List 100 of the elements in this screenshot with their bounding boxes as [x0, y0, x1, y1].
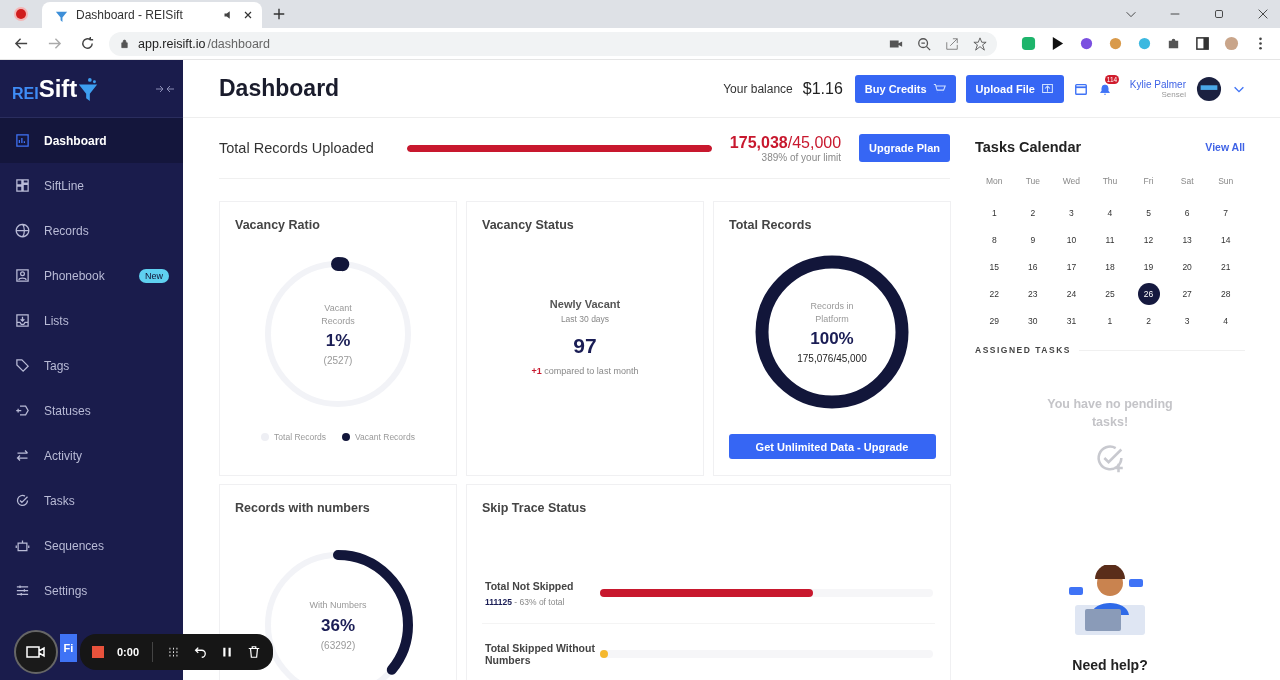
calendar-day[interactable]: 3 [1060, 202, 1083, 224]
calendar-day[interactable]: 30 [1021, 310, 1044, 332]
close-icon[interactable] [242, 9, 254, 21]
trash-icon[interactable] [247, 645, 262, 659]
globe-icon [15, 223, 30, 238]
close-icon[interactable] [1256, 7, 1270, 21]
sidebar-item[interactable]: SiftLine [0, 163, 183, 208]
calendar-day[interactable]: 27 [1176, 283, 1199, 305]
usage-count: 175,038/45,000 [729, 133, 842, 152]
calendar-day[interactable]: 11 [1099, 229, 1121, 251]
calendar-day[interactable]: 31 [1060, 310, 1083, 332]
legend-label: Vacant Records [355, 432, 415, 442]
calendar-day[interactable]: 4 [1214, 310, 1237, 332]
stat-note: 111125 - 63% of total [485, 596, 566, 607]
browser-tab[interactable]: Dashboard - REISift [42, 2, 262, 28]
logo: REISift [12, 74, 100, 103]
calendar-day[interactable]: 2 [1137, 310, 1160, 332]
sidebar-item[interactable]: Records [0, 208, 183, 253]
upload-file-button[interactable]: Upload File [965, 74, 1064, 103]
sidebar-button[interactable]: Fi [60, 634, 77, 662]
extension-icon[interactable] [1021, 36, 1036, 51]
collapse-icon[interactable] [155, 83, 175, 94]
recording-time: 0:00 [117, 646, 140, 658]
calendar-day[interactable]: 13 [1176, 229, 1199, 251]
avatar[interactable] [1196, 75, 1222, 102]
calendar-day[interactable]: 28 [1214, 283, 1237, 305]
new-badge: New [139, 268, 169, 283]
calendar-day[interactable]: 16 [1021, 256, 1044, 278]
buy-credits-button[interactable]: Buy Credits [854, 74, 956, 103]
zoom-out-icon[interactable] [917, 36, 931, 51]
calendar-day[interactable]: 14 [1214, 229, 1237, 251]
calendar-day[interactable]: 5 [1137, 202, 1160, 224]
calendar-day[interactable]: 7 [1214, 202, 1237, 224]
stat-comparison: +1 compared to last month [531, 366, 639, 376]
sidebar-item[interactable]: Settings [0, 568, 183, 613]
sidebar-item[interactable]: Lists [0, 298, 183, 343]
calendar-day[interactable]: 3 [1176, 310, 1199, 332]
sidebar-item[interactable]: Tags [0, 343, 183, 388]
sidebar-item[interactable]: Dashboard [0, 118, 183, 163]
view-all-link[interactable]: View All [1205, 141, 1245, 153]
arrows-icon [15, 448, 30, 463]
sidebar-item[interactable]: Sequences [0, 523, 183, 568]
calendar-day[interactable]: 10 [1060, 229, 1083, 251]
robot-icon [15, 538, 30, 553]
calendar-day[interactable]: 4 [1099, 202, 1121, 224]
weekday-label: Wed [1061, 176, 1082, 188]
weekday-label: Thu [1101, 176, 1119, 188]
donut-label: Records in Platform [809, 299, 855, 326]
calendar-day[interactable]: 8 [983, 229, 1006, 251]
calendar-day[interactable]: 12 [1137, 229, 1160, 251]
stat-value: 97 [573, 334, 597, 358]
sliders-icon [15, 583, 30, 598]
back-icon[interactable] [14, 36, 29, 51]
side-panel-icon[interactable] [1195, 36, 1210, 51]
weekday-label: Mon [985, 176, 1004, 188]
card-title: Vacancy Status [482, 218, 574, 232]
legend-label: Total Records [274, 432, 327, 442]
calendar-day[interactable]: 9 [1021, 229, 1044, 251]
sidebar-item[interactable]: Statuses [0, 388, 183, 433]
calendar-day[interactable]: 1 [983, 202, 1006, 224]
new-tab-icon[interactable] [272, 7, 286, 21]
calendar-day[interactable]: 19 [1137, 256, 1160, 278]
balance-label: Your balance [723, 81, 793, 96]
calendar-icon[interactable] [1073, 81, 1088, 96]
grid-icon [15, 178, 30, 193]
calendar-day[interactable]: 29 [983, 310, 1006, 332]
donut-value: 100% [810, 329, 854, 350]
bell-icon[interactable] [1097, 81, 1112, 96]
calendar-day[interactable]: 24 [1060, 283, 1083, 305]
calendar-day[interactable]: 22 [983, 283, 1006, 305]
calendar-day[interactable]: 15 [983, 256, 1006, 278]
upgrade-plan-button[interactable]: Upgrade Plan [859, 134, 950, 162]
donut-label: With Numbers [308, 599, 368, 612]
star-icon[interactable] [973, 36, 987, 51]
user-role: Sensei [1161, 89, 1186, 99]
stat-label: Total Not Skipped [485, 579, 575, 592]
calendar-day[interactable]: 1 [1099, 310, 1121, 332]
calendar-day[interactable]: 21 [1214, 256, 1237, 278]
sidebar-item[interactable]: Tasks [0, 478, 183, 523]
share-icon[interactable] [945, 36, 959, 51]
calendar-day[interactable]: 2 [1021, 202, 1044, 224]
calendar-day[interactable]: 26 [1137, 283, 1160, 305]
user-name[interactable]: Kylie Palmer [1129, 78, 1186, 90]
play-icon[interactable] [1050, 36, 1065, 51]
calendar-day[interactable]: 20 [1176, 256, 1199, 278]
calendar-day[interactable]: 6 [1176, 202, 1199, 224]
sidebar-item[interactable]: Activity [0, 433, 183, 478]
undo-icon[interactable] [193, 645, 208, 659]
upgrade-button[interactable]: Get Unlimited Data - Upgrade [728, 434, 936, 459]
calendar-day[interactable]: 17 [1060, 256, 1083, 278]
calendar-day[interactable]: 25 [1099, 283, 1121, 305]
restore-icon[interactable] [1212, 7, 1226, 21]
address-field[interactable]: app.reisift.io /dashboard [109, 31, 997, 56]
weekday-label: Tue [1024, 176, 1041, 188]
calendar-day[interactable]: 23 [1021, 283, 1044, 305]
sidebar-item[interactable]: Phonebook New [0, 253, 183, 298]
calendar-day[interactable]: 18 [1099, 256, 1121, 278]
inbox-icon [15, 313, 30, 328]
reload-icon[interactable] [80, 36, 95, 51]
weekday-label: Fri [1142, 176, 1155, 188]
